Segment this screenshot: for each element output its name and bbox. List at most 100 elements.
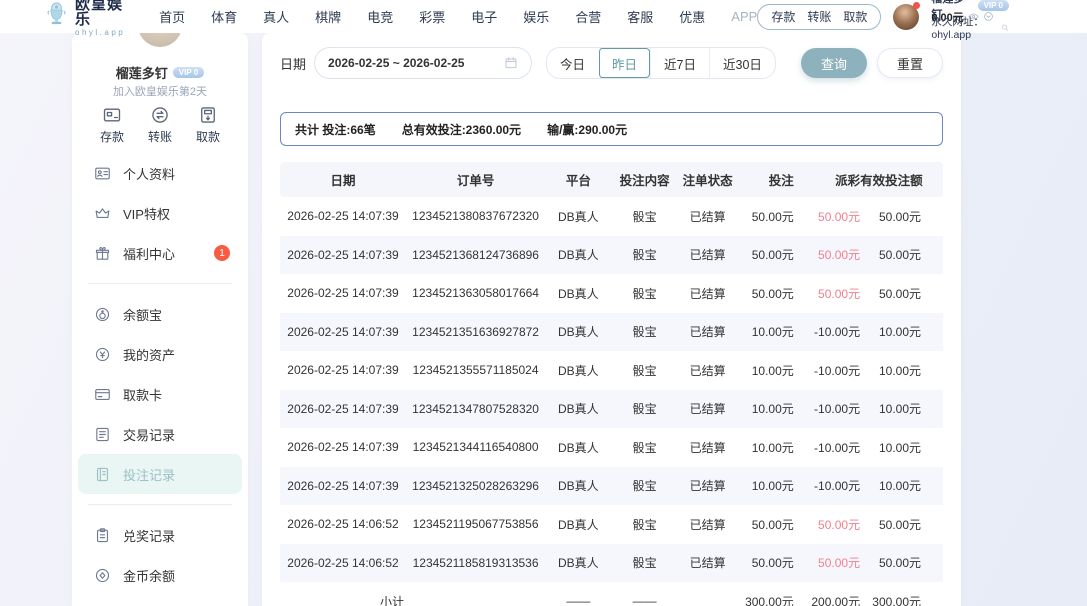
bets-icon xyxy=(94,466,111,483)
wallet-action-2[interactable]: 转账 xyxy=(807,8,831,25)
cell-valid: 50.00元 xyxy=(860,516,931,533)
nav-item-2[interactable]: 体育 xyxy=(211,7,237,26)
range-button-2[interactable]: 昨日 xyxy=(598,48,650,78)
sidebar-item-prizes[interactable]: 兑奖记录 xyxy=(78,515,242,555)
quick-action-withdraw[interactable]: 取款 xyxy=(196,105,220,145)
column-header-status: 注单状态 xyxy=(678,170,738,189)
cell-valid: 50.00元 xyxy=(860,246,931,263)
search-icon[interactable] xyxy=(1001,22,1009,33)
sidebar-item-card[interactable]: 取款卡 xyxy=(78,374,242,414)
reset-button[interactable]: 重置 xyxy=(877,48,943,78)
sidebar-avatar[interactable] xyxy=(138,33,182,47)
table-row: 2026-02-25 14:07:391234521344116540800DB… xyxy=(280,428,943,467)
header-right: 存款转账取款 榴莲多钉 VIP 0 0.00元 永久网址：ohyl.app xyxy=(757,0,1009,33)
cell-platform: DB真人 xyxy=(545,554,611,571)
range-button-1[interactable]: 今日 xyxy=(547,48,598,78)
range-button-3[interactable]: 近7日 xyxy=(650,48,709,78)
sidebar-item-label: VIP特权 xyxy=(123,204,170,223)
coins-icon xyxy=(94,567,111,584)
notification-badge: 1 xyxy=(214,245,230,261)
cell-date: 2026-02-25 14:07:39 xyxy=(280,325,406,339)
nav-item-12[interactable]: APP xyxy=(731,9,757,24)
column-header-bet: 投注 xyxy=(737,170,793,189)
cell-bet: 10.00元 xyxy=(737,439,793,456)
sidebar-item-transactions[interactable]: 交易记录 xyxy=(78,414,242,454)
sidebar-item-messages[interactable]: 消息中心6 xyxy=(78,595,242,606)
table-row: 2026-02-25 14:07:391234521325028263296DB… xyxy=(280,467,943,506)
cell-order: 1234521355571185024 xyxy=(406,363,545,377)
joined-days-label: 加入欧皇娱乐第2天 xyxy=(72,83,248,97)
cell-content: 骰宝 xyxy=(611,516,677,533)
cell-date: 2026-02-25 14:07:39 xyxy=(280,479,406,493)
sidebar-item-profile[interactable]: 个人资料 xyxy=(78,153,242,193)
summary-win-loss: 输/赢:290.00元 xyxy=(547,121,627,138)
calendar-icon xyxy=(504,56,518,70)
sidebar-item-vip[interactable]: VIP特权 xyxy=(78,193,242,233)
quick-action-deposit[interactable]: 存款 xyxy=(100,105,124,145)
vip-badge: VIP 0 xyxy=(978,0,1009,11)
nav-item-9[interactable]: 合营 xyxy=(575,7,601,26)
wallet-action-3[interactable]: 取款 xyxy=(843,8,867,25)
sidebar-item-label: 余额宝 xyxy=(123,305,162,324)
trophy-logo-icon xyxy=(45,1,68,33)
subtotal-cell-content: —— xyxy=(611,594,677,606)
sidebar-divider xyxy=(88,504,232,505)
card-icon xyxy=(94,386,111,403)
subtotal-cell-valid: 300.00元 xyxy=(860,593,931,606)
wallet-action-1[interactable]: 存款 xyxy=(771,8,795,25)
nav-item-3[interactable]: 真人 xyxy=(263,7,289,26)
sidebar-divider xyxy=(88,283,232,284)
assets-icon xyxy=(94,346,111,363)
cell-valid: 10.00元 xyxy=(860,362,931,379)
cell-content: 骰宝 xyxy=(611,400,677,417)
sidebar-item-bets[interactable]: 投注记录 xyxy=(78,454,242,494)
profile-icon xyxy=(94,165,111,182)
nav-item-8[interactable]: 娱乐 xyxy=(523,7,549,26)
withdraw-icon xyxy=(198,105,218,125)
cell-valid: 50.00元 xyxy=(860,285,931,302)
sidebar-item-coins[interactable]: 金币余额 xyxy=(78,555,242,595)
table-header: 日期订单号平台投注内容注单状态投注派彩有效投注额 xyxy=(280,162,943,197)
cell-payout: 50.00元 xyxy=(794,208,860,225)
subtotal-cell-date: 小计 xyxy=(280,593,406,606)
cell-date: 2026-02-25 14:07:39 xyxy=(280,363,406,377)
sidebar-item-assets[interactable]: 我的资产 xyxy=(78,334,242,374)
cell-status: 已结算 xyxy=(678,208,738,225)
nav-item-10[interactable]: 客服 xyxy=(627,7,653,26)
column-header-platform: 平台 xyxy=(545,170,611,189)
query-button[interactable]: 查询 xyxy=(801,48,867,78)
column-header-content: 投注内容 xyxy=(611,170,677,189)
cell-date: 2026-02-25 14:07:39 xyxy=(280,402,406,416)
page: 欧皇娱乐 ohyl.app 首页体育真人棋牌电竞彩票电子娱乐合营客服优惠APP … xyxy=(0,0,1087,606)
nav-item-11[interactable]: 优惠 xyxy=(679,7,705,26)
user-avatar[interactable] xyxy=(893,4,919,30)
summary-valid-total: 总有效投注:2360.00元 xyxy=(402,121,521,138)
column-header-date: 日期 xyxy=(280,170,406,189)
table-body: 2026-02-25 14:07:391234521380837672320DB… xyxy=(280,197,943,606)
nav-item-4[interactable]: 棋牌 xyxy=(315,7,341,26)
nav-item-1[interactable]: 首页 xyxy=(159,7,185,26)
cell-platform: DB真人 xyxy=(545,208,611,225)
quick-action-label: 取款 xyxy=(196,128,220,145)
date-range-input[interactable]: 2026-02-25 ~ 2026-02-25 xyxy=(314,47,532,79)
quick-action-transfer[interactable]: 转账 xyxy=(148,105,172,145)
table-row: 2026-02-25 14:06:521234521195067753856DB… xyxy=(280,505,943,544)
subtotal-cell-payout: 200.00元 xyxy=(794,593,860,606)
nav-item-5[interactable]: 电竞 xyxy=(367,7,393,26)
cell-payout: -10.00元 xyxy=(794,477,860,494)
cell-platform: DB真人 xyxy=(545,362,611,379)
table-row: 2026-02-25 14:07:391234521355571185024DB… xyxy=(280,351,943,390)
logo[interactable]: 欧皇娱乐 ohyl.app xyxy=(45,0,129,37)
cell-content: 骰宝 xyxy=(611,362,677,379)
range-button-4[interactable]: 近30日 xyxy=(709,48,775,78)
nav-item-7[interactable]: 电子 xyxy=(471,7,497,26)
cell-bet: 10.00元 xyxy=(737,477,793,494)
cell-payout: -10.00元 xyxy=(794,439,860,456)
cell-date: 2026-02-25 14:07:39 xyxy=(280,286,406,300)
cell-payout: -10.00元 xyxy=(794,400,860,417)
sidebar-item-gift[interactable]: 福利中心1 xyxy=(78,233,242,273)
cell-order: 1234521347807528320 xyxy=(406,402,545,416)
cell-status: 已结算 xyxy=(678,285,738,302)
nav-item-6[interactable]: 彩票 xyxy=(419,7,445,26)
sidebar-item-yuebao[interactable]: 余额宝 xyxy=(78,294,242,334)
